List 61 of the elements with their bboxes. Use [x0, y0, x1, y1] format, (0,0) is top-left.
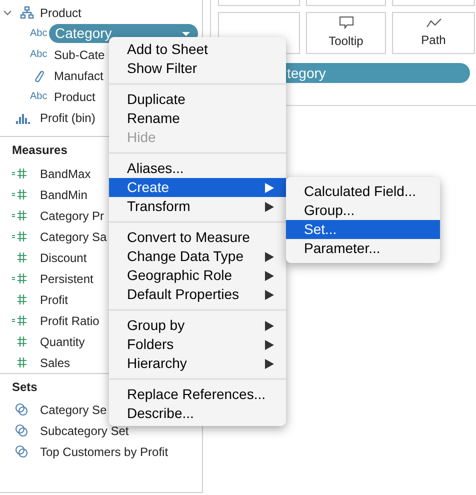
field-item[interactable]: Profit — [40, 290, 68, 308]
menu-item[interactable]: Describe... — [109, 404, 286, 423]
speech-bubble-icon — [338, 16, 354, 29]
field-item[interactable]: BandMin — [40, 186, 88, 204]
field-item[interactable]: Persistent — [40, 270, 94, 288]
calculated-number-icon — [12, 167, 27, 180]
type-label: Abc — [30, 90, 48, 104]
line-path-icon — [426, 18, 442, 28]
menu-item[interactable]: Aliases... — [109, 159, 286, 178]
field-item[interactable]: Category Pr — [40, 206, 104, 224]
set-icon — [15, 403, 28, 416]
menu-item[interactable]: Parameter... — [286, 239, 440, 258]
set-icon — [15, 445, 28, 458]
menu-item[interactable]: Create — [109, 178, 286, 197]
menu-item[interactable]: Geographic Role — [109, 266, 286, 285]
field-item[interactable]: Sub-Cate — [54, 46, 105, 64]
calculated-number-icon — [12, 209, 27, 222]
bar-chart-icon — [16, 112, 30, 124]
field-item[interactable]: Product — [40, 4, 82, 22]
set-icon — [15, 424, 28, 437]
calculated-number-icon — [12, 314, 27, 327]
field-item[interactable]: Subcategory Set — [40, 422, 129, 440]
mark-card[interactable] — [218, 0, 300, 6]
menu-item[interactable]: Change Data Type — [109, 247, 286, 266]
menu-item[interactable]: Hierarchy — [109, 354, 286, 373]
section-title: Sets — [12, 378, 38, 396]
calculated-number-icon — [12, 272, 27, 285]
field-item[interactable]: Sales — [40, 354, 70, 372]
field-item[interactable]: Profit (bin) — [40, 108, 96, 126]
field-item[interactable]: Top Customers by Profit — [40, 442, 168, 460]
menu-item[interactable]: Duplicate — [109, 90, 286, 109]
menu-item[interactable]: Calculated Field... — [286, 182, 440, 201]
field-item[interactable]: Quantity — [40, 332, 85, 350]
menu-item[interactable]: Transform — [109, 197, 286, 216]
field-item[interactable]: Product — [54, 88, 96, 106]
mark-card[interactable] — [306, 0, 386, 6]
paperclip-icon — [32, 68, 46, 82]
menu-item[interactable]: Set... — [286, 220, 440, 239]
field-item[interactable]: BandMax — [40, 164, 91, 182]
menu-item[interactable]: Convert to Measure — [109, 228, 286, 247]
calculated-number-icon — [12, 230, 27, 243]
menu-item[interactable]: Add to Sheet — [109, 40, 286, 59]
menu-item[interactable]: Replace References... — [109, 385, 286, 404]
field-item[interactable]: Manufact — [54, 66, 104, 84]
field-item[interactable]: Profit Ratio — [40, 312, 100, 330]
field-item[interactable]: Discount — [40, 248, 87, 266]
field-item[interactable]: Category Se — [40, 400, 107, 418]
hierarchy-icon — [20, 6, 34, 19]
mark-card[interactable]: Path — [392, 12, 475, 54]
type-label: Abc — [30, 48, 48, 62]
menu-item[interactable]: Default Properties — [109, 285, 286, 304]
field-item[interactable]: Category Sa — [40, 228, 107, 246]
menu-item[interactable]: Folders — [109, 335, 286, 354]
menu-item[interactable]: Group by — [109, 316, 286, 335]
menu-item[interactable]: Group... — [286, 201, 440, 220]
calculated-number-icon — [12, 188, 27, 201]
mark-card[interactable]: Tooltip — [306, 12, 386, 54]
type-label: Abc — [30, 27, 48, 41]
menu-item[interactable]: Rename — [109, 109, 286, 128]
section-title: Measures — [12, 142, 68, 159]
mark-card[interactable] — [392, 0, 475, 6]
